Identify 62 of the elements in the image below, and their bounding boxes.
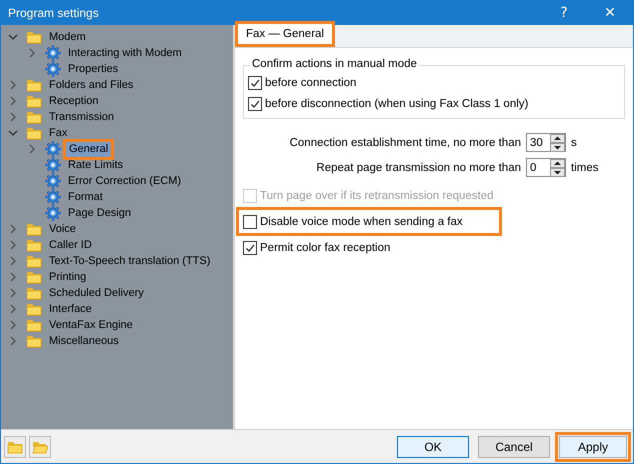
window-title: Program settings bbox=[8, 6, 99, 20]
checkbox-label: Turn page over if its retransmission requested bbox=[260, 190, 494, 202]
folder-icon bbox=[26, 77, 42, 93]
tree-item[interactable]: VentaFax Engine bbox=[44, 316, 138, 334]
folder-icon bbox=[26, 93, 42, 109]
tree-item[interactable]: Modem bbox=[44, 28, 91, 46]
folder-button[interactable] bbox=[4, 436, 26, 458]
folder-icon bbox=[26, 317, 42, 333]
tree-item[interactable]: Caller ID bbox=[44, 236, 97, 254]
number-spinner[interactable]: 30 bbox=[526, 133, 566, 152]
checkbox-label: before connection bbox=[265, 76, 356, 88]
tree-item[interactable]: Text-To-Speech translation (TTS) bbox=[44, 252, 216, 270]
close-button[interactable]: ✕ bbox=[587, 1, 633, 25]
checkbox-label: before disconnection (when using Fax Class 1 only) bbox=[265, 98, 528, 110]
gear-icon bbox=[45, 157, 61, 173]
unit-label: times bbox=[571, 162, 600, 174]
folder-icon bbox=[26, 221, 42, 237]
folder-icon bbox=[26, 237, 42, 253]
tree-item[interactable]: General bbox=[63, 138, 114, 160]
tree-item[interactable]: Interacting with Modem bbox=[63, 44, 187, 62]
tree-item[interactable]: Properties bbox=[63, 60, 124, 78]
tree-item[interactable]: Format bbox=[63, 188, 108, 206]
help-button[interactable]: ? bbox=[541, 1, 587, 25]
folder-icon bbox=[26, 333, 42, 349]
checkbox[interactable] bbox=[248, 76, 262, 90]
tree-item[interactable]: Printing bbox=[44, 268, 92, 286]
checkbox[interactable] bbox=[243, 240, 257, 254]
checkbox[interactable] bbox=[248, 96, 262, 110]
folder-icon bbox=[26, 285, 42, 301]
tree-item[interactable]: Page Design bbox=[63, 204, 136, 222]
group-title: Confirm actions in manual mode bbox=[250, 58, 419, 70]
tree-item[interactable]: Transmission bbox=[44, 108, 119, 126]
tree-item[interactable]: Miscellaneous bbox=[44, 332, 124, 350]
unit-label: s bbox=[571, 136, 578, 148]
tree-item[interactable]: Interface bbox=[44, 300, 97, 318]
gear-icon bbox=[45, 141, 61, 157]
checkbox[interactable] bbox=[243, 214, 257, 228]
spinner-label: Connection establishment time, no more than bbox=[290, 136, 521, 148]
tree-item[interactable]: Folders and Files bbox=[44, 76, 138, 94]
spinner-label: Repeat page transmission no more than bbox=[316, 162, 521, 174]
open-folder-button[interactable] bbox=[29, 436, 51, 458]
tree-item[interactable]: Voice bbox=[44, 220, 81, 238]
gear-icon bbox=[45, 189, 61, 205]
checkbox-label: Permit color fax reception bbox=[260, 242, 390, 254]
gear-icon bbox=[45, 173, 61, 189]
folder-icon bbox=[26, 125, 42, 141]
tree-item[interactable]: Reception bbox=[44, 92, 104, 110]
folder-icon bbox=[26, 253, 42, 269]
gear-icon bbox=[45, 61, 61, 77]
gear-icon bbox=[45, 45, 61, 61]
folder-icon bbox=[26, 269, 42, 285]
folder-icon bbox=[26, 301, 42, 317]
folder-icon bbox=[26, 109, 42, 125]
folder-icon bbox=[26, 29, 42, 45]
cancel-button[interactable]: Cancel bbox=[478, 436, 550, 458]
number-spinner[interactable]: 0 bbox=[526, 158, 566, 177]
checkbox-label: Disable voice mode when sending a fax bbox=[260, 216, 463, 228]
tab[interactable]: Fax — General bbox=[235, 21, 335, 47]
gear-icon bbox=[45, 205, 61, 221]
tree-item[interactable]: Error Correction (ECM) bbox=[63, 172, 186, 190]
ok-button[interactable]: OK bbox=[397, 436, 469, 458]
tree-item[interactable]: Scheduled Delivery bbox=[44, 284, 149, 302]
